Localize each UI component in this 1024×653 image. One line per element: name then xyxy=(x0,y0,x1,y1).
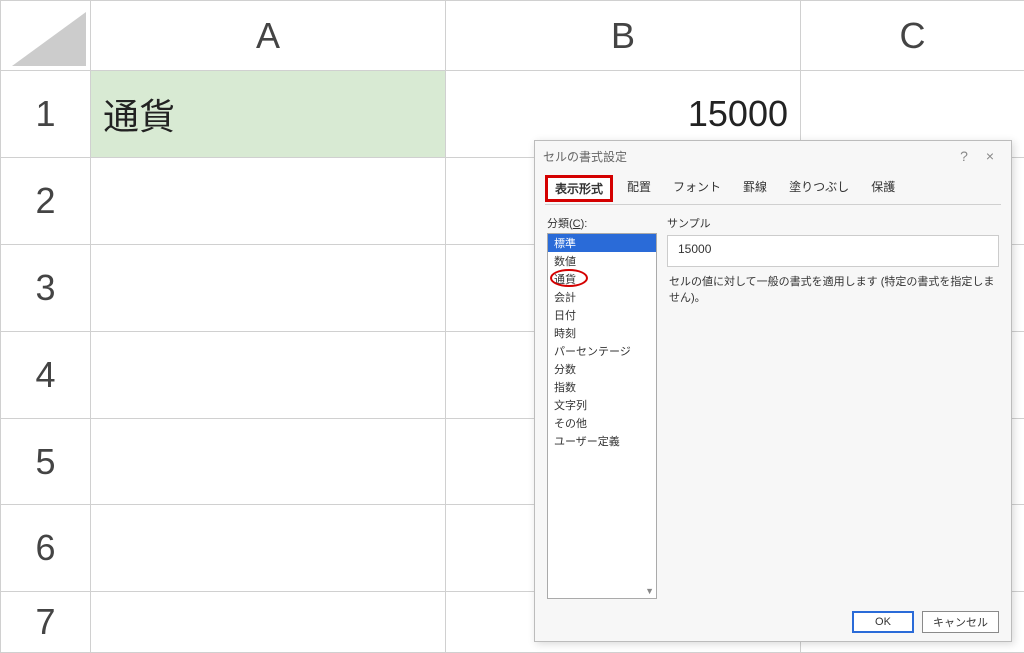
row-header-1[interactable]: 1 xyxy=(1,71,91,158)
category-item[interactable]: 標準 xyxy=(548,234,656,252)
scroll-down-icon: ▼ xyxy=(645,586,654,596)
row-header-4[interactable]: 4 xyxy=(1,331,91,418)
ok-button[interactable]: OK xyxy=(852,611,914,633)
row-header-5[interactable]: 5 xyxy=(1,418,91,505)
cell-A2[interactable] xyxy=(91,157,446,244)
sample-preview: 15000 xyxy=(667,235,999,267)
tab-number-format[interactable]: 表示形式 xyxy=(545,175,613,202)
category-item[interactable]: 通貨 xyxy=(548,270,656,288)
cell-A4[interactable] xyxy=(91,331,446,418)
cancel-button[interactable]: キャンセル xyxy=(922,611,999,633)
tab-protection[interactable]: 保護 xyxy=(863,175,903,202)
cell-A5[interactable] xyxy=(91,418,446,505)
sample-label: サンプル xyxy=(667,215,999,231)
category-item[interactable]: 時刻 xyxy=(548,324,656,342)
sample-value: 15000 xyxy=(678,242,711,256)
col-header-B[interactable]: B xyxy=(446,1,801,71)
dialog-tabs: 表示形式 配置 フォント 罫線 塗りつぶし 保護 xyxy=(535,171,1011,202)
help-icon[interactable]: ? xyxy=(951,148,977,164)
format-description: セルの値に対して一般の書式を適用します (特定の書式を指定しません)。 xyxy=(667,267,999,311)
category-item[interactable]: 指数 xyxy=(548,378,656,396)
row-header-7[interactable]: 7 xyxy=(1,592,91,653)
category-item[interactable]: ユーザー定義 xyxy=(548,432,656,450)
tab-border[interactable]: 罫線 xyxy=(735,175,775,202)
cell-A6[interactable] xyxy=(91,505,446,592)
category-label: 分類(C): xyxy=(547,215,657,231)
category-item[interactable]: 会計 xyxy=(548,288,656,306)
close-icon[interactable]: × xyxy=(977,148,1003,164)
row-header-6[interactable]: 6 xyxy=(1,505,91,592)
cell-A1[interactable]: 通貨 xyxy=(91,71,446,158)
select-all-corner[interactable] xyxy=(1,1,91,71)
category-item[interactable]: パーセンテージ xyxy=(548,342,656,360)
category-item[interactable]: その他 xyxy=(548,414,656,432)
category-item[interactable]: 数値 xyxy=(548,252,656,270)
select-all-triangle-icon xyxy=(12,12,86,66)
dialog-titlebar[interactable]: セルの書式設定 ? × xyxy=(535,141,1011,171)
col-header-A[interactable]: A xyxy=(91,1,446,71)
category-item[interactable]: 文字列 xyxy=(548,396,656,414)
cell-A3[interactable] xyxy=(91,244,446,331)
category-listbox[interactable]: ▲ ▼ 標準数値通貨会計日付時刻パーセンテージ分数指数文字列その他ユーザー定義 xyxy=(547,233,657,599)
tab-alignment[interactable]: 配置 xyxy=(619,175,659,202)
row-header-2[interactable]: 2 xyxy=(1,157,91,244)
category-item[interactable]: 分数 xyxy=(548,360,656,378)
tab-fill[interactable]: 塗りつぶし xyxy=(781,175,857,202)
row-header-3[interactable]: 3 xyxy=(1,244,91,331)
dialog-title: セルの書式設定 xyxy=(543,148,627,165)
format-cells-dialog: セルの書式設定 ? × 表示形式 配置 フォント 罫線 塗りつぶし 保護 分類(… xyxy=(534,140,1012,642)
category-item[interactable]: 日付 xyxy=(548,306,656,324)
tab-font[interactable]: フォント xyxy=(665,175,729,202)
cell-A7[interactable] xyxy=(91,592,446,653)
col-header-C[interactable]: C xyxy=(801,1,1024,71)
